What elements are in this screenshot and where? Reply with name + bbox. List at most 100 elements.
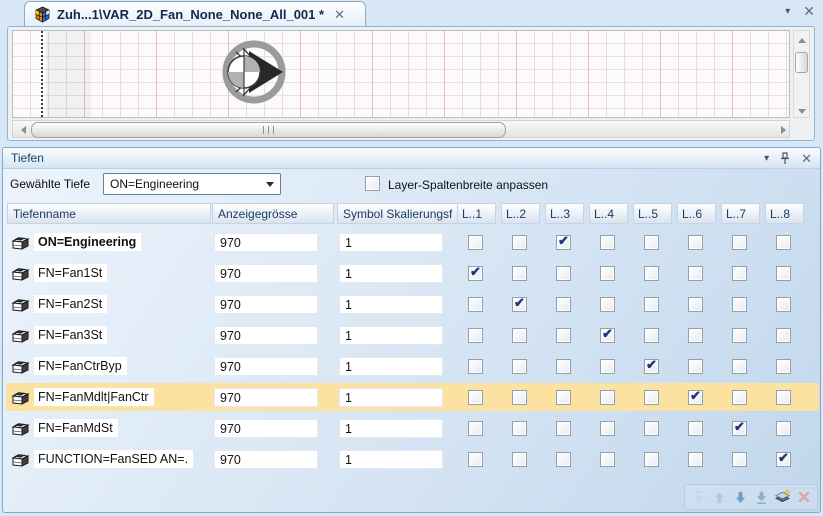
layer-checkbox[interactable] (776, 421, 791, 436)
document-tab[interactable]: Zuh...1\VAR_2D_Fan_None_None_All_001 * ✕ (24, 1, 366, 26)
symbol-scale-field[interactable]: 1 (339, 450, 443, 469)
layer-checkbox[interactable] (468, 297, 483, 312)
layer-checkbox[interactable] (688, 421, 703, 436)
column-header-layer[interactable]: L..1 (457, 203, 496, 224)
layer-checkbox[interactable] (512, 266, 527, 281)
display-size-field[interactable]: 970 (214, 295, 318, 314)
layer-checkbox[interactable] (468, 359, 483, 374)
layer-checkbox[interactable] (776, 297, 791, 312)
symbol-scale-field[interactable]: 1 (339, 233, 443, 252)
panel-close-icon[interactable]: ✕ (801, 152, 812, 165)
display-size-field[interactable]: 970 (214, 233, 318, 252)
delete-layer-icon[interactable] (796, 489, 812, 506)
drawing-canvas[interactable] (12, 30, 790, 118)
layer-column-width-checkbox[interactable] (365, 176, 380, 191)
vertical-scrollbar[interactable] (793, 30, 810, 118)
layer-checkbox[interactable] (688, 359, 703, 374)
layer-checkbox[interactable] (688, 297, 703, 312)
move-up-icon[interactable] (711, 489, 727, 506)
symbol-scale-field[interactable]: 1 (339, 419, 443, 438)
layer-checkbox[interactable] (732, 328, 747, 343)
display-size-field[interactable]: 970 (214, 450, 318, 469)
layer-checkbox[interactable] (688, 266, 703, 281)
layer-checkbox[interactable]: ✔ (644, 359, 659, 374)
symbol-scale-field[interactable]: 1 (339, 326, 443, 345)
layer-checkbox[interactable] (556, 359, 571, 374)
layer-checkbox[interactable] (556, 452, 571, 467)
display-size-field[interactable]: 970 (214, 326, 318, 345)
layer-checkbox[interactable] (644, 328, 659, 343)
column-header-layer[interactable]: L..6 (677, 203, 716, 224)
layer-checkbox[interactable] (688, 452, 703, 467)
layer-checkbox[interactable] (776, 390, 791, 405)
layer-checkbox[interactable] (600, 390, 615, 405)
depth-name-cell[interactable]: FN=FanMdlt|FanCtr (34, 388, 154, 406)
layer-checkbox[interactable] (600, 266, 615, 281)
table-row[interactable]: FN=Fan1St9701✔ (3, 259, 821, 290)
window-close-icon[interactable]: ✕ (803, 5, 815, 18)
table-row[interactable]: FN=FanMdSt9701✔ (3, 414, 821, 445)
selected-depth-combobox[interactable]: ON=Engineering (103, 173, 281, 195)
layer-checkbox[interactable] (776, 266, 791, 281)
new-layer-icon[interactable] (774, 489, 791, 506)
column-header-anzeigegroesse[interactable]: Anzeigegrösse (212, 203, 334, 224)
layer-checkbox[interactable] (600, 359, 615, 374)
depth-name-cell[interactable]: FN=FanCtrByp (34, 357, 127, 375)
depth-name-cell[interactable]: FN=Fan2St (34, 295, 107, 313)
panel-title-bar[interactable]: Tiefen ▾ ✕ (3, 148, 820, 169)
layer-checkbox[interactable] (600, 235, 615, 250)
layer-checkbox[interactable]: ✔ (512, 297, 527, 312)
layer-checkbox[interactable] (732, 235, 747, 250)
table-row[interactable]: FN=Fan3St9701✔ (3, 321, 821, 352)
layer-checkbox[interactable] (776, 359, 791, 374)
layer-checkbox[interactable] (468, 452, 483, 467)
column-header-layer[interactable]: L..3 (545, 203, 584, 224)
table-row[interactable]: FN=FanMdlt|FanCtr9701✔ (3, 383, 821, 414)
layer-checkbox[interactable] (512, 390, 527, 405)
column-header-layer[interactable]: L..2 (501, 203, 540, 224)
layer-checkbox[interactable] (732, 390, 747, 405)
layer-checkbox[interactable] (600, 421, 615, 436)
layer-checkbox[interactable] (468, 328, 483, 343)
vertical-scroll-thumb[interactable] (795, 52, 808, 73)
layer-checkbox[interactable] (644, 297, 659, 312)
table-row[interactable]: FN=FanCtrByp9701✔ (3, 352, 821, 383)
scroll-right-icon[interactable] (775, 122, 789, 136)
scroll-down-icon[interactable] (795, 103, 809, 117)
layer-checkbox[interactable] (512, 421, 527, 436)
layer-checkbox[interactable] (512, 452, 527, 467)
column-header-layer[interactable]: L..4 (589, 203, 628, 224)
layer-checkbox[interactable] (556, 421, 571, 436)
column-header-tiefenname[interactable]: Tiefenname (7, 203, 211, 224)
symbol-scale-field[interactable]: 1 (339, 357, 443, 376)
move-down-icon[interactable] (732, 489, 748, 506)
column-header-layer[interactable]: L..5 (633, 203, 672, 224)
layer-checkbox[interactable] (688, 328, 703, 343)
depth-name-cell[interactable]: FN=FanMdSt (34, 419, 118, 437)
layer-checkbox[interactable] (776, 235, 791, 250)
move-to-bottom-icon[interactable] (753, 489, 769, 506)
panel-menu-dropdown-icon[interactable]: ▾ (764, 153, 769, 164)
layer-checkbox[interactable] (600, 297, 615, 312)
layer-checkbox[interactable]: ✔ (468, 266, 483, 281)
layer-checkbox[interactable] (732, 266, 747, 281)
layer-checkbox[interactable]: ✔ (600, 328, 615, 343)
table-row[interactable]: FN=Fan2St 970 1 ✔ (3, 290, 821, 321)
layer-checkbox[interactable] (644, 452, 659, 467)
layer-checkbox[interactable]: ✔ (688, 390, 703, 405)
depth-name-cell[interactable]: FN=Fan1St (34, 264, 107, 282)
layer-checkbox[interactable] (556, 328, 571, 343)
scroll-up-icon[interactable] (795, 31, 809, 45)
layer-checkbox[interactable] (556, 390, 571, 405)
display-size-field[interactable]: 970 (214, 419, 318, 438)
window-list-dropdown-icon[interactable]: ▾ (785, 6, 790, 17)
layer-checkbox[interactable] (644, 421, 659, 436)
scroll-left-icon[interactable] (13, 122, 27, 136)
layer-checkbox[interactable]: ✔ (556, 235, 571, 250)
layer-checkbox[interactable] (512, 235, 527, 250)
table-row[interactable]: ON=Engineering9701✔ (3, 228, 821, 259)
column-header-layer[interactable]: L..7 (721, 203, 760, 224)
symbol-scale-field[interactable]: 1 (339, 295, 443, 314)
depth-name-cell[interactable]: FUNCTION=FanSED AN=. (34, 450, 193, 468)
column-header-layer[interactable]: L..8 (765, 203, 804, 224)
